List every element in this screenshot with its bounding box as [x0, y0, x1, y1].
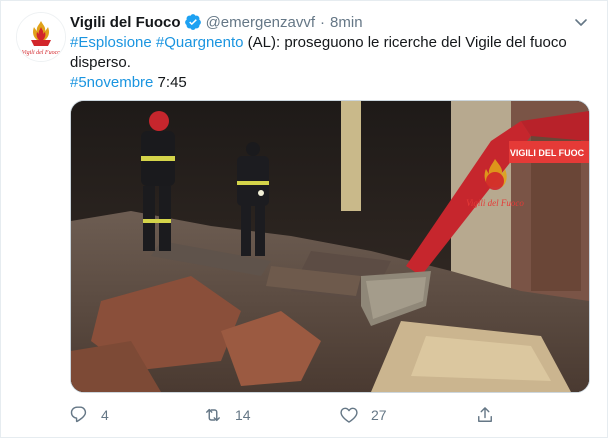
vigili-del-fuoco-logo-icon: Vigili del Fuoco — [17, 13, 65, 61]
reply-button[interactable]: 4 — [69, 403, 109, 427]
svg-text:Vigili del Fuoco: Vigili del Fuoco — [22, 50, 61, 56]
hashtag-esplosione[interactable]: #Esplosione — [70, 34, 152, 51]
like-button[interactable]: 27 — [339, 403, 387, 427]
chevron-down-icon[interactable] — [573, 14, 589, 30]
retweet-button[interactable]: 14 — [203, 403, 251, 427]
tweet-actions: 4 14 27 — [63, 403, 563, 427]
tweet-text: #Esplosione #Quargnento (AL): proseguono… — [70, 33, 590, 93]
separator-dot: · — [320, 13, 326, 31]
retweet-icon — [203, 405, 223, 425]
tweet-media-video[interactable]: VIGILI DEL FUOC Vigili del Fuoco — [70, 100, 590, 393]
avatar[interactable]: Vigili del Fuoco — [16, 12, 66, 62]
tweet-card[interactable]: Vigili del Fuoco Vigili del Fuoco @emerg… — [0, 0, 608, 438]
timestamp[interactable]: 8min — [330, 14, 363, 31]
heart-icon — [339, 405, 359, 425]
verified-badge-icon — [184, 13, 202, 31]
tweet-clock: 7:45 — [153, 74, 187, 91]
excavator-banner-text: VIGILI DEL FUOC — [510, 148, 585, 158]
rescue-scene-image: VIGILI DEL FUOC Vigili del Fuoco — [71, 101, 589, 392]
hashtag-5novembre[interactable]: #5novembre — [70, 74, 153, 91]
reply-icon — [69, 405, 89, 425]
display-name[interactable]: Vigili del Fuoco — [70, 14, 181, 31]
hashtag-quargnento[interactable]: #Quargnento — [156, 34, 244, 51]
share-button[interactable] — [475, 403, 495, 427]
tweet-header: Vigili del Fuoco @emergenzavvf · 8min — [70, 12, 587, 32]
share-icon — [475, 405, 495, 425]
retweet-count: 14 — [235, 407, 251, 423]
like-count: 27 — [371, 407, 387, 423]
handle[interactable]: @emergenzavvf — [206, 14, 315, 31]
reply-count: 4 — [101, 407, 109, 423]
watermark-text: Vigili del Fuoco — [466, 198, 524, 208]
